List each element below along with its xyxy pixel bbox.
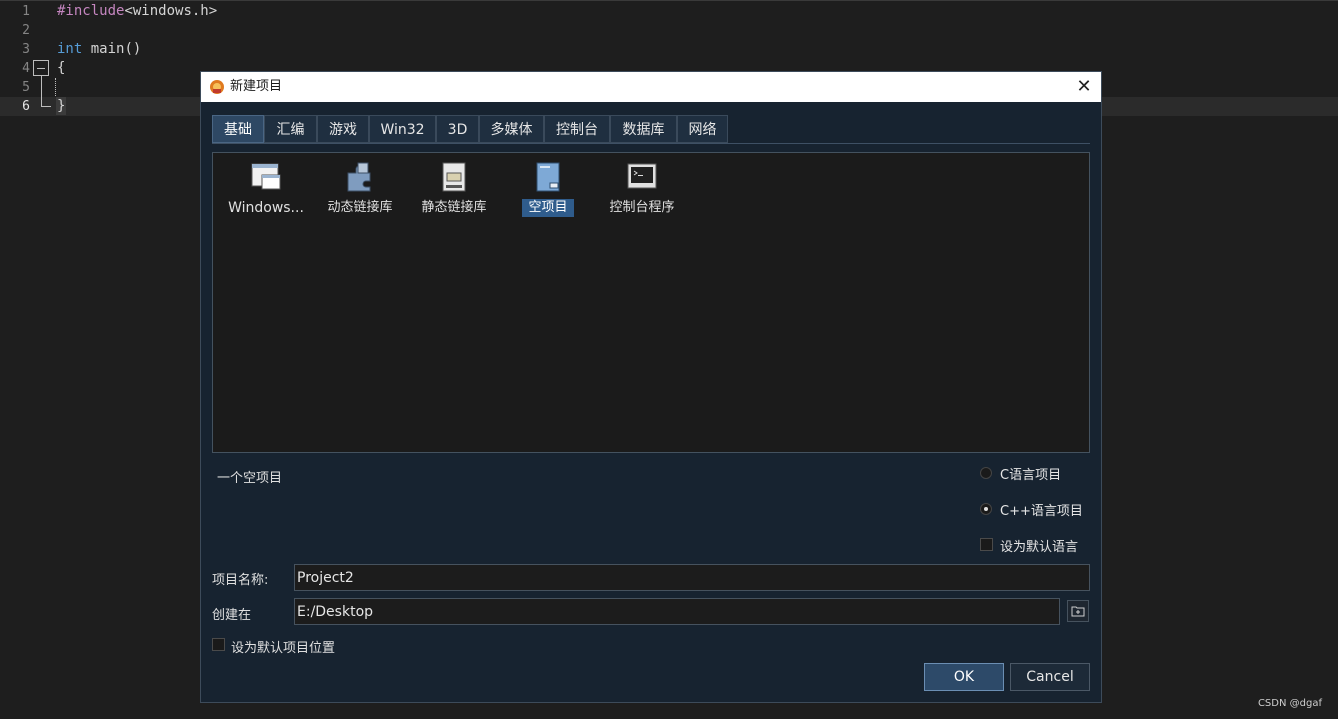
static-lib-icon bbox=[442, 162, 466, 192]
fold-guide-line bbox=[41, 76, 42, 106]
project-name-label: 项目名称: bbox=[212, 573, 269, 588]
code-line[interactable]: 2 bbox=[0, 21, 1338, 40]
line-number: 3 bbox=[22, 42, 30, 57]
function-signature: main() bbox=[82, 41, 142, 57]
template-label: 静态链接库 bbox=[421, 200, 487, 215]
tab-console[interactable]: 控制台 bbox=[544, 115, 610, 143]
template-dll[interactable]: 动态链接库 bbox=[315, 161, 405, 221]
code-text: #include<windows.h> bbox=[57, 2, 217, 21]
puzzle-dll-icon bbox=[347, 162, 371, 192]
default-location-checkbox[interactable] bbox=[212, 638, 225, 651]
line-number: 6 bbox=[22, 99, 30, 114]
dialog-title: 新建项目 bbox=[230, 79, 283, 94]
empty-project-icon bbox=[536, 162, 560, 192]
radio-cpp-language-label[interactable]: C++语言项目 bbox=[1000, 500, 1083, 519]
line-number: 2 bbox=[22, 23, 30, 38]
devcpp-app-icon bbox=[210, 80, 224, 94]
fold-collapse-icon[interactable] bbox=[33, 60, 49, 76]
tab-assembly[interactable]: 汇编 bbox=[264, 115, 317, 143]
default-language-checkbox[interactable] bbox=[980, 538, 993, 551]
template-console-app[interactable]: 控制台程序 bbox=[597, 161, 687, 221]
code-text: } bbox=[57, 98, 66, 114]
windows-app-icon bbox=[251, 163, 281, 190]
dialog-titlebar[interactable]: 新建项目 ✕ bbox=[201, 72, 1101, 102]
console-icon bbox=[627, 163, 657, 189]
radio-c-language-label[interactable]: C语言项目 bbox=[1000, 464, 1061, 483]
project-name-input[interactable] bbox=[294, 564, 1090, 591]
preprocessor-token: #include bbox=[57, 3, 125, 19]
editor-top-border bbox=[0, 0, 1338, 1]
tab-3d[interactable]: 3D bbox=[436, 115, 479, 143]
indent-guide bbox=[55, 78, 57, 96]
radio-c-language[interactable] bbox=[980, 467, 992, 479]
default-location-label[interactable]: 设为默认项目位置 bbox=[231, 637, 335, 656]
tab-divider bbox=[212, 143, 1090, 144]
close-button[interactable]: ✕ bbox=[1069, 72, 1099, 102]
include-target: <windows.h> bbox=[124, 3, 218, 19]
template-label: Windows... bbox=[228, 200, 304, 216]
radio-cpp-language[interactable] bbox=[980, 503, 992, 515]
template-empty-project[interactable]: 空项目 bbox=[503, 161, 593, 221]
tab-multimedia[interactable]: 多媒体 bbox=[479, 115, 544, 143]
ok-button[interactable]: OK bbox=[924, 663, 1004, 691]
default-language-label[interactable]: 设为默认语言 bbox=[1000, 536, 1078, 555]
browse-folder-button[interactable] bbox=[1067, 600, 1089, 622]
tab-basic[interactable]: 基础 bbox=[212, 115, 264, 143]
new-project-dialog: 新建项目 ✕ 基础 汇编 游戏 Win32 3D 多媒体 控制台 数据库 网络 … bbox=[200, 71, 1102, 703]
keyword-token: int bbox=[57, 41, 83, 57]
code-line[interactable]: 3 int main() bbox=[0, 40, 1338, 59]
template-label-selected: 空项目 bbox=[522, 199, 574, 217]
watermark: CSDN @dgaf bbox=[1257, 698, 1322, 709]
tab-games[interactable]: 游戏 bbox=[317, 115, 369, 143]
code-line[interactable]: 1 #include<windows.h> bbox=[0, 2, 1338, 21]
tab-database[interactable]: 数据库 bbox=[610, 115, 677, 143]
template-list[interactable]: Windows... 动态链接库 静态链接库 空项目 控制台程序 bbox=[212, 152, 1090, 453]
tab-network[interactable]: 网络 bbox=[677, 115, 728, 143]
line-number: 4 bbox=[22, 61, 30, 76]
location-label: 创建在 bbox=[212, 608, 252, 623]
location-input[interactable] bbox=[294, 598, 1060, 625]
template-windows-app[interactable]: Windows... bbox=[221, 161, 311, 221]
template-description: 一个空项目 bbox=[217, 471, 283, 486]
tab-win32[interactable]: Win32 bbox=[369, 115, 436, 143]
line-number: 1 bbox=[22, 4, 30, 19]
line-number: 5 bbox=[22, 80, 30, 95]
fold-guide-end bbox=[41, 106, 51, 107]
code-text: int main() bbox=[57, 40, 141, 59]
folder-plus-icon bbox=[1071, 606, 1085, 617]
template-static-lib[interactable]: 静态链接库 bbox=[409, 161, 499, 221]
code-text: { bbox=[57, 60, 66, 76]
template-label: 控制台程序 bbox=[609, 200, 675, 215]
template-label: 动态链接库 bbox=[327, 200, 393, 215]
cancel-button[interactable]: Cancel bbox=[1010, 663, 1090, 691]
